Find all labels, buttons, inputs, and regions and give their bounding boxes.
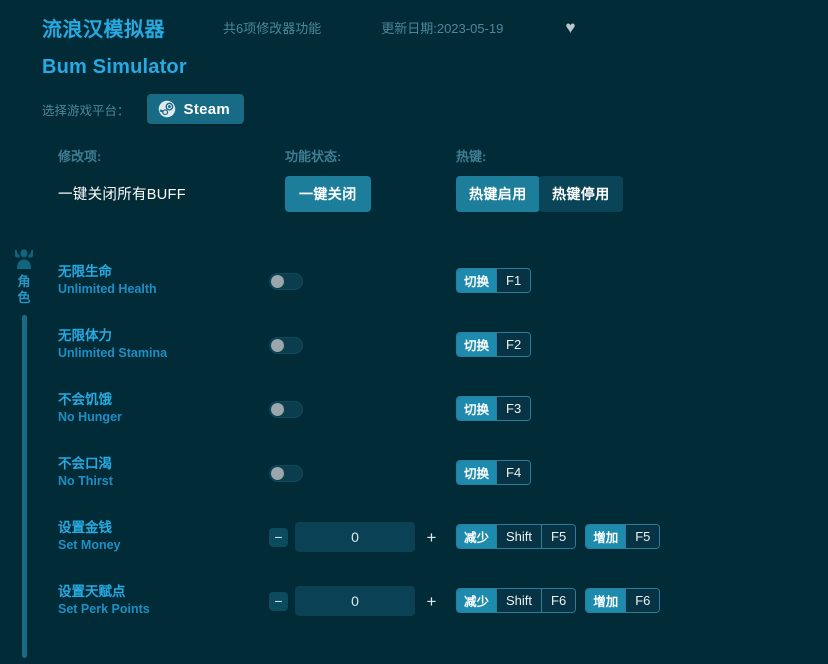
value-stepper: −+ xyxy=(269,522,441,552)
toggle-knob xyxy=(271,467,284,480)
hotkey-action-label: 减少 xyxy=(457,589,497,612)
cheat-row-labels: 设置天赋点 Set Perk Points xyxy=(58,582,150,619)
hotkey-key: F2 xyxy=(496,333,531,356)
cheat-toggle-switch[interactable] xyxy=(269,273,303,290)
column-header-mod: 修改项: xyxy=(58,149,102,164)
hotkey-enable-button[interactable]: 热键启用 xyxy=(456,176,540,212)
hotkey-binding[interactable]: 切换 F1 xyxy=(456,268,532,293)
steam-icon xyxy=(158,100,175,118)
hotkey-key-secondary: F6 xyxy=(541,589,576,612)
hotkey-binding[interactable]: 切换 F3 xyxy=(456,396,532,421)
cheat-row-labels: 不会口渴 No Thirst xyxy=(58,454,113,491)
column-header-status: 功能状态: xyxy=(285,149,342,164)
hotkey-binding[interactable]: 切换 F2 xyxy=(456,332,532,357)
cheat-row-labels: 不会饥饿 No Hunger xyxy=(58,390,122,427)
toggle-knob xyxy=(271,339,284,352)
hotkey-group-container: 切换 F2 xyxy=(456,332,532,357)
hotkey-action-label: 切换 xyxy=(457,269,497,292)
hotkey-action-label: 切换 xyxy=(457,461,497,484)
column-header-hotkey: 热键: xyxy=(456,149,487,164)
decrement-button[interactable]: − xyxy=(269,527,288,547)
cheat-row: 无限体力 Unlimited Stamina 切换 F2 xyxy=(0,316,828,380)
hotkey-action-label: 增加 xyxy=(586,525,626,548)
app-header: 流浪汉模拟器 共6项修改器功能 更新日期:2023-05-19 ♥ Bum Si… xyxy=(0,0,828,88)
cheat-label-en: No Thirst xyxy=(58,474,113,489)
hotkey-group-container: 切换 F3 xyxy=(456,396,532,421)
cheat-row: 不会饥饿 No Hunger 切换 F3 xyxy=(0,380,828,444)
cheat-label-cn: 无限体力 xyxy=(58,328,112,343)
heart-icon[interactable]: ♥ xyxy=(565,19,575,36)
cheat-row: 不会口渴 No Thirst 切换 F4 xyxy=(0,444,828,508)
cheat-toggle-switch[interactable] xyxy=(269,465,303,482)
cheat-row: 设置天赋点Set Perk Points−+减少ShiftF6增加F6 xyxy=(0,572,828,636)
hotkey-binding[interactable]: 增加 F6 xyxy=(585,588,661,613)
increment-button[interactable]: + xyxy=(422,528,441,547)
decrement-button[interactable]: − xyxy=(269,591,288,611)
hotkey-group-container: 切换 F1 xyxy=(456,268,532,293)
hotkey-key: F5 xyxy=(625,525,660,548)
page-title-en: Bum Simulator xyxy=(42,56,187,78)
platform-selector-row: 选择游戏平台： Steam xyxy=(0,88,828,130)
header-top-row: 流浪汉模拟器 共6项修改器功能 更新日期:2023-05-19 ♥ xyxy=(42,12,828,42)
cheat-row: 无限生命 Unlimited Health 切换 F1 xyxy=(0,252,828,316)
hotkey-binding[interactable]: 增加 F5 xyxy=(585,524,661,549)
value-stepper: −+ xyxy=(269,586,441,616)
hotkey-action-label: 切换 xyxy=(457,397,497,420)
update-date-label: 更新日期:2023-05-19 xyxy=(381,20,504,36)
cheat-label-cn: 设置金钱 xyxy=(58,520,112,535)
close-all-buffs-button[interactable]: 一键关闭 xyxy=(285,176,371,212)
hotkey-key: Shift xyxy=(496,525,542,548)
cheat-row-labels: 设置金钱 Set Money xyxy=(58,518,121,555)
increment-button[interactable]: + xyxy=(422,592,441,611)
hotkey-group-container: 切换 F4 xyxy=(456,460,532,485)
page-title-cn: 流浪汉模拟器 xyxy=(42,18,165,41)
hotkey-group-container: 减少 Shift F5 增加 F5 xyxy=(456,524,661,549)
cheat-label-en: Set Perk Points xyxy=(58,602,150,617)
hotkey-group-container: 减少 Shift F6 增加 F6 xyxy=(456,588,661,613)
cheat-row-labels: 无限体力 Unlimited Stamina xyxy=(58,326,167,363)
hotkey-key: F3 xyxy=(496,397,531,420)
hotkey-binding[interactable]: 减少 Shift F6 xyxy=(456,588,577,613)
hotkey-key: Shift xyxy=(496,589,542,612)
master-row-label: 一键关闭所有BUFF xyxy=(58,187,186,203)
hotkey-key: F4 xyxy=(496,461,531,484)
cheat-toggle-switch[interactable] xyxy=(269,401,303,418)
cheat-label-en: No Hunger xyxy=(58,410,122,425)
hotkey-disable-button[interactable]: 热键停用 xyxy=(539,176,623,212)
cheat-label-en: Set Money xyxy=(58,538,121,553)
toggle-knob xyxy=(271,403,284,416)
hotkey-action-label: 切换 xyxy=(457,333,497,356)
feature-count-label: 共6项修改器功能 xyxy=(223,20,322,36)
cheat-label-en: Unlimited Health xyxy=(58,282,157,297)
cheat-label-en: Unlimited Stamina xyxy=(58,346,168,361)
cheat-label-cn: 设置天赋点 xyxy=(58,584,126,599)
hotkey-action-label: 增加 xyxy=(586,589,626,612)
cheat-label-cn: 不会口渴 xyxy=(58,456,112,471)
platform-label: 选择游戏平台： xyxy=(42,103,130,118)
cheat-row-labels: 无限生命 Unlimited Health xyxy=(58,262,157,299)
toggle-knob xyxy=(271,275,284,288)
cheat-label-cn: 无限生命 xyxy=(58,264,112,279)
cheat-rows-container: 无限生命 Unlimited Health 切换 F1 无限体力 Unlimited St… xyxy=(0,252,828,636)
platform-steam-label: Steam xyxy=(183,100,231,118)
platform-steam-button[interactable]: Steam xyxy=(146,94,245,124)
hotkey-key: F6 xyxy=(625,589,660,612)
master-control-row: 一键关闭所有BUFF 一键关闭 热键启用 热键停用 xyxy=(0,176,828,214)
hotkey-binding[interactable]: 减少 Shift F5 xyxy=(456,524,577,549)
hotkey-key: F1 xyxy=(496,269,531,292)
value-input[interactable] xyxy=(295,586,415,616)
cheat-label-cn: 不会饥饿 xyxy=(58,392,112,407)
cheat-toggle-switch[interactable] xyxy=(269,337,303,354)
hotkey-key-secondary: F5 xyxy=(541,525,576,548)
cheat-row: 设置金钱Set Money−+减少ShiftF5增加F5 xyxy=(0,508,828,572)
hotkey-binding[interactable]: 切换 F4 xyxy=(456,460,532,485)
value-input[interactable] xyxy=(295,522,415,552)
hotkey-action-label: 减少 xyxy=(457,525,497,548)
